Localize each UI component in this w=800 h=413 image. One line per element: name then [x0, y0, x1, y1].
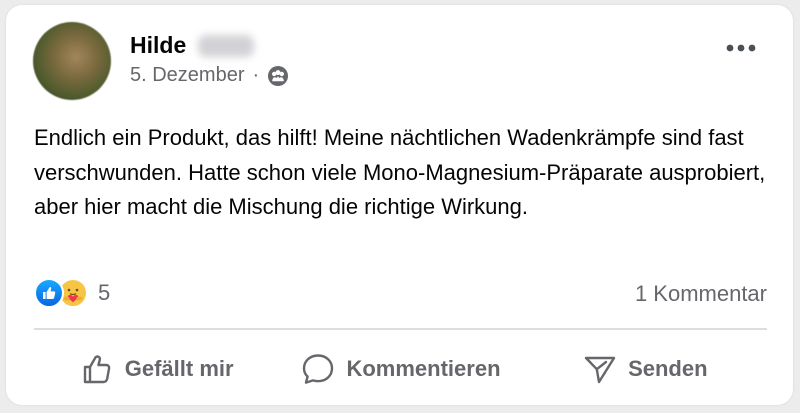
post-card: Hilde 5. Dezember · Endlich ein Produkt,…: [6, 5, 793, 405]
author-first-name[interactable]: Hilde: [130, 32, 186, 59]
comment-button[interactable]: Kommentieren: [278, 345, 522, 393]
author-name[interactable]: Hilde: [130, 32, 255, 59]
comment-count-link[interactable]: 1 Kommentar: [635, 281, 767, 307]
avatar[interactable]: [33, 22, 111, 100]
send-button[interactable]: Senden: [523, 345, 767, 393]
comment-button-label: Kommentieren: [346, 356, 501, 381]
like-icon: [34, 278, 64, 308]
friends-icon[interactable]: [267, 65, 289, 87]
action-bar: Gefällt mir Kommentieren Senden: [34, 345, 767, 393]
more-options-icon: [726, 44, 756, 52]
more-options-button[interactable]: [718, 31, 764, 65]
send-icon: [584, 356, 616, 384]
reaction-summary[interactable]: 5: [34, 277, 110, 309]
divider: [34, 328, 767, 330]
post-date[interactable]: 5. Dezember: [130, 64, 245, 87]
blurred-surname: [198, 34, 255, 57]
like-button[interactable]: Gefällt mir: [34, 345, 278, 393]
meta-separator: ·: [252, 64, 260, 86]
reaction-count[interactable]: 5: [98, 280, 110, 306]
send-button-label: Senden: [628, 356, 708, 381]
thumbs-up-icon: [83, 355, 111, 384]
like-button-label: Gefällt mir: [124, 356, 234, 381]
post-text: Endlich ein Produkt, das hilft! Meine nä…: [34, 125, 766, 219]
comment-bubble-icon: [303, 354, 334, 384]
post-meta: 5. Dezember ·: [130, 64, 289, 87]
